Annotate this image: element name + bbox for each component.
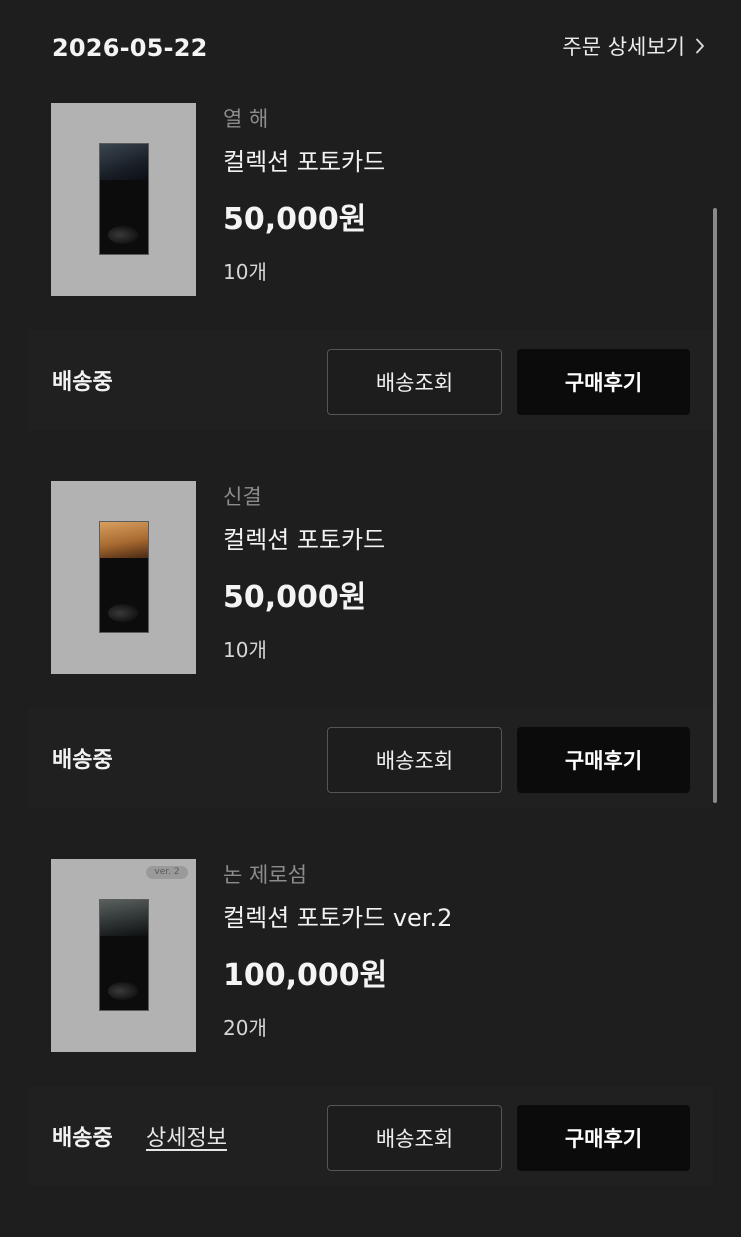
delivery-status: 배송중 bbox=[52, 1126, 113, 1151]
product-quantity: 10개 bbox=[223, 260, 267, 284]
order-detail-link[interactable]: 주문 상세보기 bbox=[562, 31, 705, 61]
photocard-artwork bbox=[100, 522, 148, 558]
product-quantity: 10개 bbox=[223, 638, 267, 662]
artist-name: 논 제로섬 bbox=[223, 863, 307, 887]
product-price: 50,000원 bbox=[223, 580, 367, 615]
delivery-status-row: 배송중 배송조회 구매후기 bbox=[28, 708, 713, 808]
photocard-artwork bbox=[100, 900, 148, 936]
delivery-status-row: 배송중 배송조회 구매후기 bbox=[28, 330, 713, 430]
order-detail-label: 주문 상세보기 bbox=[562, 35, 685, 59]
track-delivery-button[interactable]: 배송조회 bbox=[327, 1105, 502, 1171]
delivery-status: 배송중 bbox=[52, 370, 113, 395]
chevron-right-icon bbox=[696, 38, 704, 54]
order-date: 2026-05-22 bbox=[52, 34, 208, 62]
product-thumbnail[interactable] bbox=[51, 103, 196, 296]
artist-name: 신결 bbox=[223, 485, 262, 509]
order-item: ver. 2 논 제로섬 컬렉션 포토카드 ver.2 100,000원 20개… bbox=[0, 859, 741, 1237]
delivery-status-row: 배송중 상세정보 배송조회 구매후기 bbox=[28, 1086, 713, 1186]
product-name[interactable]: 컬렉션 포토카드 bbox=[223, 520, 385, 555]
write-review-button[interactable]: 구매후기 bbox=[517, 727, 690, 793]
product-price: 100,000원 bbox=[223, 958, 388, 993]
write-review-button[interactable]: 구매후기 bbox=[517, 1105, 690, 1171]
product-price: 50,000원 bbox=[223, 202, 367, 237]
write-review-button[interactable]: 구매후기 bbox=[517, 349, 690, 415]
photocard-image bbox=[99, 143, 149, 255]
photocard-portrait bbox=[108, 604, 138, 622]
track-delivery-button[interactable]: 배송조회 bbox=[327, 727, 502, 793]
detail-info-link[interactable]: 상세정보 bbox=[146, 1120, 227, 1152]
product-quantity: 20개 bbox=[223, 1016, 267, 1040]
product-name[interactable]: 컬렉션 포토카드 bbox=[223, 142, 385, 177]
photocard-portrait bbox=[108, 982, 138, 1000]
photocard-image bbox=[99, 899, 149, 1011]
order-item: 열 해 컬렉션 포토카드 50,000원 10개 배송중 배송조회 구매후기 bbox=[0, 103, 741, 481]
version-badge: ver. 2 bbox=[146, 866, 188, 879]
photocard-artwork bbox=[100, 144, 148, 180]
order-item: 신결 컬렉션 포토카드 50,000원 10개 배송중 배송조회 구매후기 bbox=[0, 481, 741, 859]
product-thumbnail[interactable]: ver. 2 bbox=[51, 859, 196, 1052]
track-delivery-button[interactable]: 배송조회 bbox=[327, 349, 502, 415]
order-header: 2026-05-22 주문 상세보기 bbox=[0, 0, 741, 100]
scrollbar[interactable] bbox=[713, 208, 717, 803]
product-name[interactable]: 컬렉션 포토카드 ver.2 bbox=[223, 898, 452, 933]
delivery-status: 배송중 bbox=[52, 748, 113, 773]
photocard-portrait bbox=[108, 226, 138, 244]
photocard-image bbox=[99, 521, 149, 633]
product-thumbnail[interactable] bbox=[51, 481, 196, 674]
artist-name: 열 해 bbox=[223, 107, 269, 131]
